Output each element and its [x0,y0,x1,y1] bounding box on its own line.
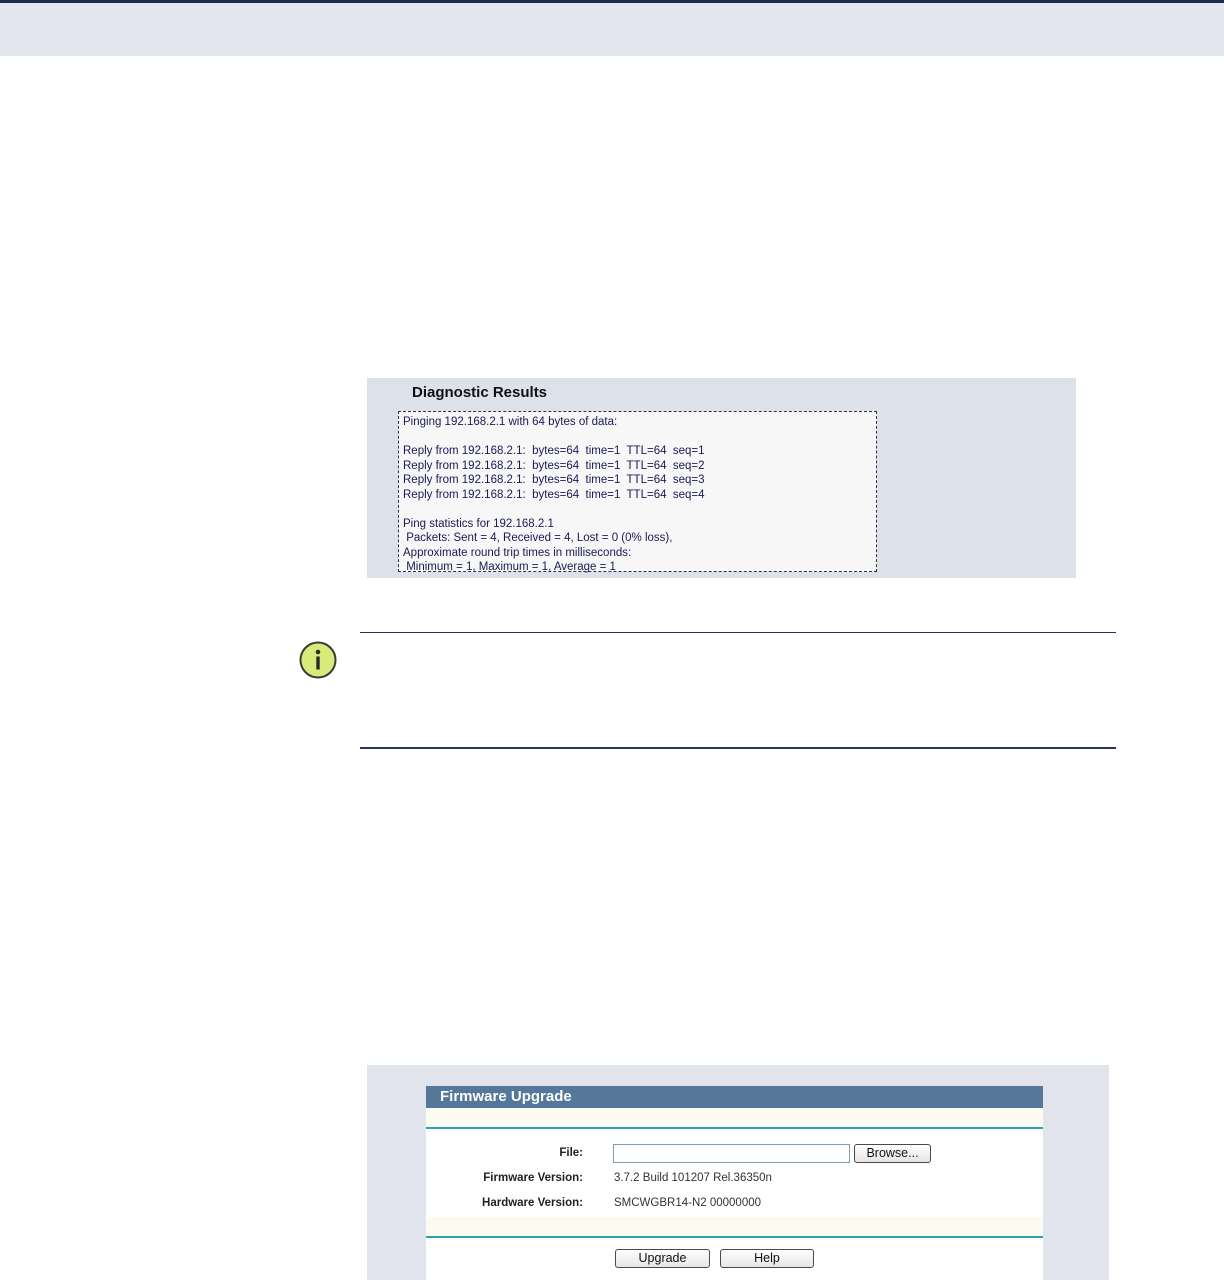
diagnostic-line: Pinging 192.168.2.1 with 64 bytes of dat… [403,416,618,428]
firmware-version-label: Firmware Version: [483,1172,583,1184]
diagnostic-line: Reply from 192.168.2.1: bytes=64 time=1 … [403,474,705,486]
header-band [0,3,1224,56]
diagnostic-line: Minimum = 1, Maximum = 1, Average = 1 [403,561,616,573]
file-label: File: [559,1147,583,1159]
info-icon [299,641,337,679]
form-spacer-bottom [426,1217,1043,1236]
upgrade-button[interactable]: Upgrade [615,1249,710,1268]
diagnostic-results-panel: Diagnostic Results Pinging 192.168.2.1 w… [367,378,1076,578]
diagnostic-line: Ping statistics for 192.168.2.1 [403,517,554,530]
file-input[interactable] [613,1144,850,1163]
diagnostic-line: Reply from 192.168.2.1: bytes=64 time=1 … [403,445,705,457]
note-top-rule [360,632,1116,633]
diagnostic-line [403,430,876,445]
firmware-upgrade-title: Firmware Upgrade [426,1086,1043,1108]
diagnostic-line: Approximate round trip times in millisec… [403,546,632,559]
diagnostic-line: Reply from 192.168.2.1: bytes=64 time=1 … [403,488,705,501]
diagnostic-results-title: Diagnostic Results [412,384,548,401]
diagnostic-line: Reply from 192.168.2.1: bytes=64 time=1 … [403,459,705,472]
diagnostic-line [403,502,876,517]
firmware-version-value: 3.7.2 Build 101207 Rel.36350n [614,1172,772,1184]
help-button[interactable]: Help [720,1249,814,1268]
diagnostic-output-box: Pinging 192.168.2.1 with 64 bytes of dat… [398,411,877,573]
form-spacer-top [426,1108,1043,1127]
browse-button[interactable]: Browse... [854,1144,931,1163]
hardware-version-value: SMCWGBR14-N2 00000000 [614,1197,762,1209]
note-bottom-rule [360,747,1116,749]
diagnostic-line: Packets: Sent = 4, Received = 4, Lost = … [403,532,673,544]
hardware-version-label: Hardware Version: [482,1197,583,1209]
firmware-upgrade-panel: Firmware Upgrade File: Browse... Firmwar… [367,1065,1109,1280]
